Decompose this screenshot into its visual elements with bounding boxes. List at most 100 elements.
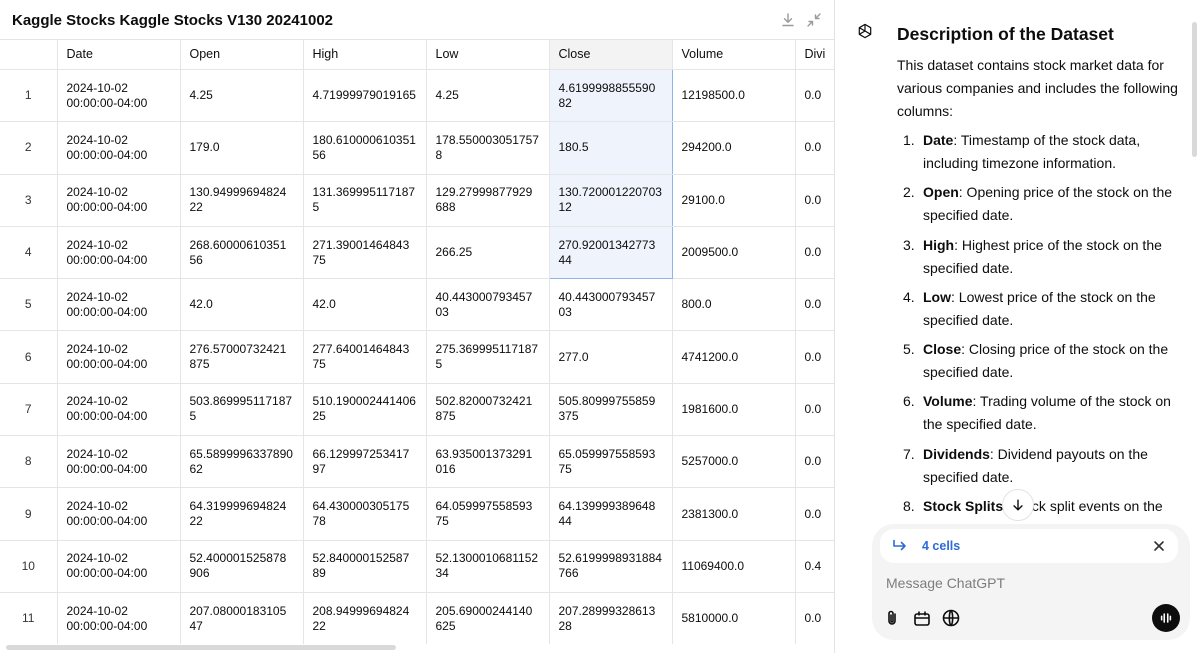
- download-icon[interactable]: [780, 12, 796, 28]
- table-cell[interactable]: 0.0: [794, 278, 834, 332]
- table-cell[interactable]: 5257000.0: [671, 435, 796, 489]
- table-cell[interactable]: 2024-10-02 00:00:00-04:00: [56, 121, 181, 175]
- scroll-down-button[interactable]: [1002, 489, 1034, 521]
- table-cell[interactable]: 502.82000732421 875: [425, 382, 550, 437]
- table-cell[interactable]: 2024-10-02 00:00:00-04:00: [56, 382, 181, 437]
- table-cell[interactable]: 275.369995117187 5: [425, 330, 550, 384]
- table-cell[interactable]: 800.0: [671, 278, 796, 332]
- table-cell[interactable]: 2024-10-02 00:00:00-04:00: [56, 173, 181, 227]
- table-cell[interactable]: 40.443000793457 03: [425, 278, 550, 332]
- table-cell[interactable]: 208.94999694824 22: [302, 591, 427, 644]
- table-cell[interactable]: 505.80999755859 375: [548, 382, 673, 437]
- table-cell[interactable]: 65.059997558593 75: [548, 435, 673, 489]
- table-cell[interactable]: 271.39001464843 75: [302, 225, 427, 280]
- table-cell[interactable]: 510.190002441406 25: [302, 382, 427, 437]
- table-cell[interactable]: 277.64001464843 75: [302, 330, 427, 384]
- table-cell[interactable]: 0.0: [794, 591, 834, 644]
- table-cell[interactable]: 0.0: [794, 68, 834, 123]
- vertical-scrollbar[interactable]: [1192, 22, 1197, 157]
- column-header[interactable]: Divi: [794, 39, 834, 70]
- table-cell[interactable]: 4.25: [179, 68, 304, 123]
- table-cell[interactable]: 11069400.0: [671, 539, 796, 593]
- column-header[interactable]: Open: [179, 39, 304, 70]
- column-header[interactable]: Volume: [671, 39, 796, 70]
- table-cell[interactable]: 2024-10-02 00:00:00-04:00: [56, 278, 181, 332]
- table-cell[interactable]: 2024-10-02 00:00:00-04:00: [56, 68, 181, 123]
- table-cell-selected[interactable]: 180.5: [548, 121, 673, 175]
- table-row: 7 2024-10-02 00:00:00-04:00 503.8699951171…: [0, 382, 834, 437]
- table-cell[interactable]: 2024-10-02 00:00:00-04:00: [56, 591, 181, 644]
- table-cell[interactable]: 205.69000244140 625: [425, 591, 550, 644]
- table-cell[interactable]: 131.369995117187 5: [302, 173, 427, 227]
- column-header[interactable]: Date: [56, 39, 181, 70]
- table-cell[interactable]: 0.0: [794, 173, 834, 227]
- table-cell[interactable]: 64.319999694824 22: [179, 487, 304, 541]
- table-cell[interactable]: 64.430000305175 78: [302, 487, 427, 541]
- table-cell[interactable]: 268.60000610351 56: [179, 225, 304, 280]
- paperclip-icon[interactable]: [882, 608, 902, 628]
- table-cell[interactable]: 207.28999328613 28: [548, 591, 673, 644]
- column-description: : Lowest price of the stock on the speci…: [923, 288, 1156, 328]
- table-cell[interactable]: 503.869995117187 5: [179, 382, 304, 437]
- table-cell[interactable]: 0.0: [794, 435, 834, 489]
- table-cell[interactable]: 2381300.0: [671, 487, 796, 541]
- table-cell[interactable]: 52.840000152587 89: [302, 539, 427, 593]
- table-cell-selected[interactable]: 270.92001342773 44: [548, 225, 673, 280]
- table-cell-selected[interactable]: 4.6199998855590 82: [548, 68, 673, 123]
- table-cell[interactable]: 0.0: [794, 487, 834, 541]
- table-cell[interactable]: 2024-10-02 00:00:00-04:00: [56, 487, 181, 541]
- table-cell[interactable]: 63.935001373291 016: [425, 435, 550, 489]
- table-cell[interactable]: 5810000.0: [671, 591, 796, 644]
- table-cell[interactable]: 29100.0: [671, 173, 796, 227]
- table-cell[interactable]: 4.71999979019165: [302, 68, 427, 123]
- table-cell[interactable]: 42.0: [179, 278, 304, 332]
- table-cell[interactable]: 2024-10-02 00:00:00-04:00: [56, 435, 181, 489]
- collapse-icon[interactable]: [806, 12, 822, 28]
- table-cell[interactable]: 65.5899996337890 62: [179, 435, 304, 489]
- table-cell[interactable]: 40.443000793457 03: [548, 278, 673, 332]
- table-cell[interactable]: 130.94999694824 22: [179, 173, 304, 227]
- table-cell[interactable]: 4741200.0: [671, 330, 796, 384]
- table-cell[interactable]: 2024-10-02 00:00:00-04:00: [56, 539, 181, 593]
- table-cell[interactable]: 2024-10-02 00:00:00-04:00: [56, 330, 181, 384]
- table-cell[interactable]: 52.1300010681152 34: [425, 539, 550, 593]
- message-input[interactable]: [886, 572, 1166, 594]
- data-grid[interactable]: Date Open High Low Close Volume Divi 1 20…: [0, 39, 834, 644]
- table-cell[interactable]: 66.129997253417 97: [302, 435, 427, 489]
- table-cell[interactable]: 64.139999389648 44: [548, 487, 673, 541]
- table-cell[interactable]: 52.400001525878 906: [179, 539, 304, 593]
- table-cell[interactable]: 4.25: [425, 68, 550, 123]
- table-cell[interactable]: 276.57000732421 875: [179, 330, 304, 384]
- table-row: 4 2024-10-02 00:00:00-04:00 268.6000061035…: [0, 225, 834, 280]
- table-cell[interactable]: 2024-10-02 00:00:00-04:00: [56, 225, 181, 280]
- table-cell[interactable]: 0.4: [794, 539, 834, 593]
- column-header[interactable]: Low: [425, 39, 550, 70]
- voice-button[interactable]: [1152, 604, 1180, 632]
- tools-icon[interactable]: [912, 608, 932, 628]
- table-cell[interactable]: 64.059997558593 75: [425, 487, 550, 541]
- globe-icon[interactable]: [941, 608, 961, 628]
- table-cell[interactable]: 0.0: [794, 225, 834, 280]
- table-cell[interactable]: 0.0: [794, 382, 834, 437]
- table-cell[interactable]: 1981600.0: [671, 382, 796, 437]
- table-cell[interactable]: 277.0: [548, 330, 673, 384]
- table-cell[interactable]: 2009500.0: [671, 225, 796, 280]
- table-cell-selected[interactable]: 130.720001220703 12: [548, 173, 673, 227]
- table-cell[interactable]: 42.0: [302, 278, 427, 332]
- table-cell[interactable]: 178.550003051757 8: [425, 121, 550, 175]
- column-header-selected[interactable]: Close: [548, 39, 673, 70]
- table-cell[interactable]: 0.0: [794, 121, 834, 175]
- table-cell[interactable]: 52.6199998931884 766: [548, 539, 673, 593]
- table-cell[interactable]: 207.08000183105 47: [179, 591, 304, 644]
- column-header[interactable]: High: [302, 39, 427, 70]
- table-cell[interactable]: 180.610000610351 56: [302, 121, 427, 175]
- selection-chip[interactable]: 4 cells: [880, 529, 1178, 563]
- table-cell[interactable]: 266.25: [425, 225, 550, 280]
- horizontal-scrollbar[interactable]: [6, 645, 396, 650]
- table-cell[interactable]: 294200.0: [671, 121, 796, 175]
- table-cell[interactable]: 129.27999877929 688: [425, 173, 550, 227]
- table-cell[interactable]: 0.0: [794, 330, 834, 384]
- table-cell[interactable]: 12198500.0: [671, 68, 796, 123]
- table-cell[interactable]: 179.0: [179, 121, 304, 175]
- close-icon[interactable]: [1152, 539, 1166, 553]
